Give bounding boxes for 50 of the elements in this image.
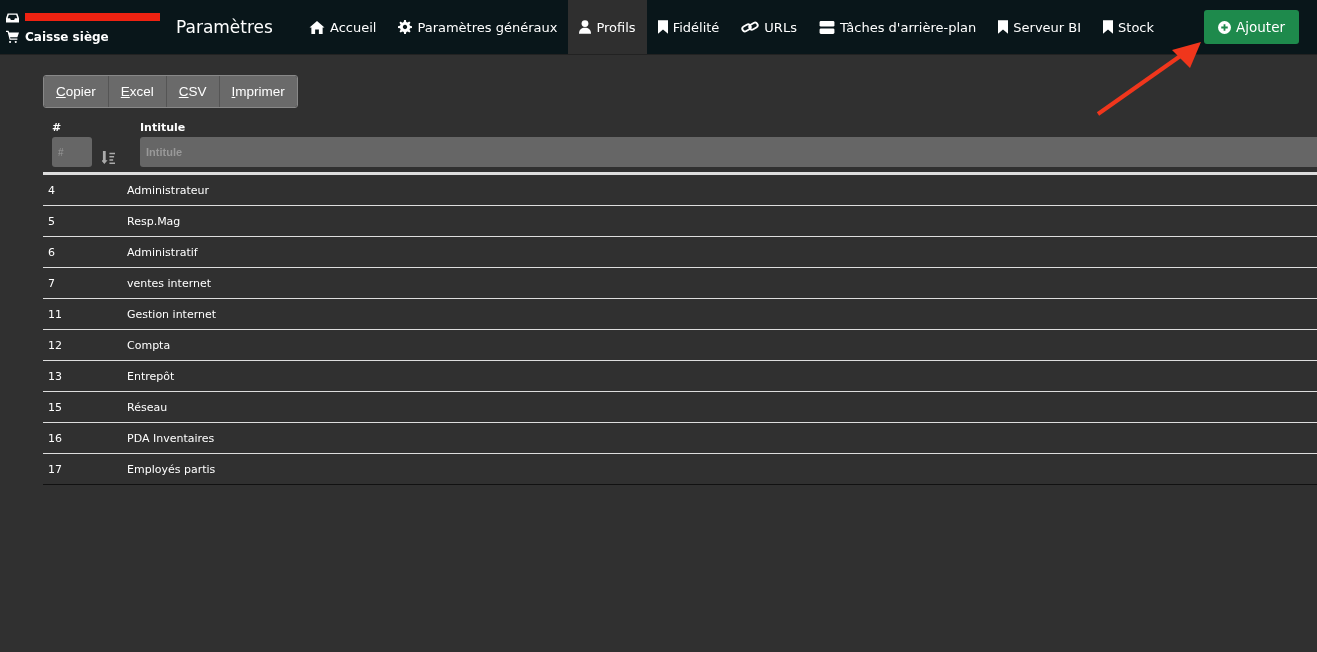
cart-icon [6,30,19,43]
table-cell-text: 12 [47,338,63,352]
table-cell-text: 7 [47,276,56,290]
settings-icon [398,20,413,34]
export-button[interactable]: Excel [108,76,167,107]
table-cell-text: 16 [47,431,63,445]
page-title: Paramètres [176,17,274,37]
store-name: Caisse siège [25,29,109,44]
table-cell: Réseau [127,400,168,414]
table-cell: ventes internet [127,276,212,290]
table-cell-text: 6 [47,245,56,259]
export-button[interactable]: Imprimer [219,76,297,107]
table-cell-text: 15 [47,400,63,414]
nav-tab[interactable]: Fidélité [646,0,731,54]
table-cell-text: 5 [47,214,56,228]
nav-tab[interactable]: Tâches d'arrière-plan [807,0,988,54]
export-button[interactable]: Copier [44,76,109,107]
plus-icon [1218,20,1232,34]
table-cell-text: 13 [47,369,63,383]
bookmark-icon [657,20,668,34]
export-button[interactable]: CSV [166,76,220,107]
table-cell: Administrateur [127,183,209,197]
table-cell: Entrepôt [127,369,175,383]
nav-tab[interactable]: Profils [568,0,647,54]
sort-icon [102,150,115,164]
table-cell: Gestion internet [127,307,217,321]
link-icon [741,20,760,34]
table-cell-text: 4 [47,183,56,197]
table-cell: Compta [127,338,171,352]
filter-field[interactable]: # [52,137,92,167]
table-cell: Employés partis [127,462,216,476]
user-icon [579,20,592,34]
column-header: # [52,121,63,134]
column-header: Intitule [140,121,187,134]
server-icon [818,20,835,34]
bookmark-icon [998,20,1009,34]
table-cell-text: 17 [47,462,63,476]
table-cell-text: 11 [47,307,63,321]
table-cell: Resp.Mag [127,214,181,228]
nav-tab[interactable]: Accueil [298,0,388,54]
table-cell: Administratif [127,245,198,259]
nav-tab[interactable]: Serveur BI [987,0,1093,54]
nav-tab[interactable]: Paramètres généraux [387,0,569,54]
bookmark-icon [1103,20,1114,34]
add-button[interactable]: Ajouter [1204,10,1299,44]
inbox-icon [6,10,19,24]
nav-tab[interactable]: Stock [1092,0,1166,54]
nav-tab[interactable]: URLs [730,0,808,54]
home-icon [309,19,325,35]
table-cell: PDA Inventaires [127,431,215,445]
